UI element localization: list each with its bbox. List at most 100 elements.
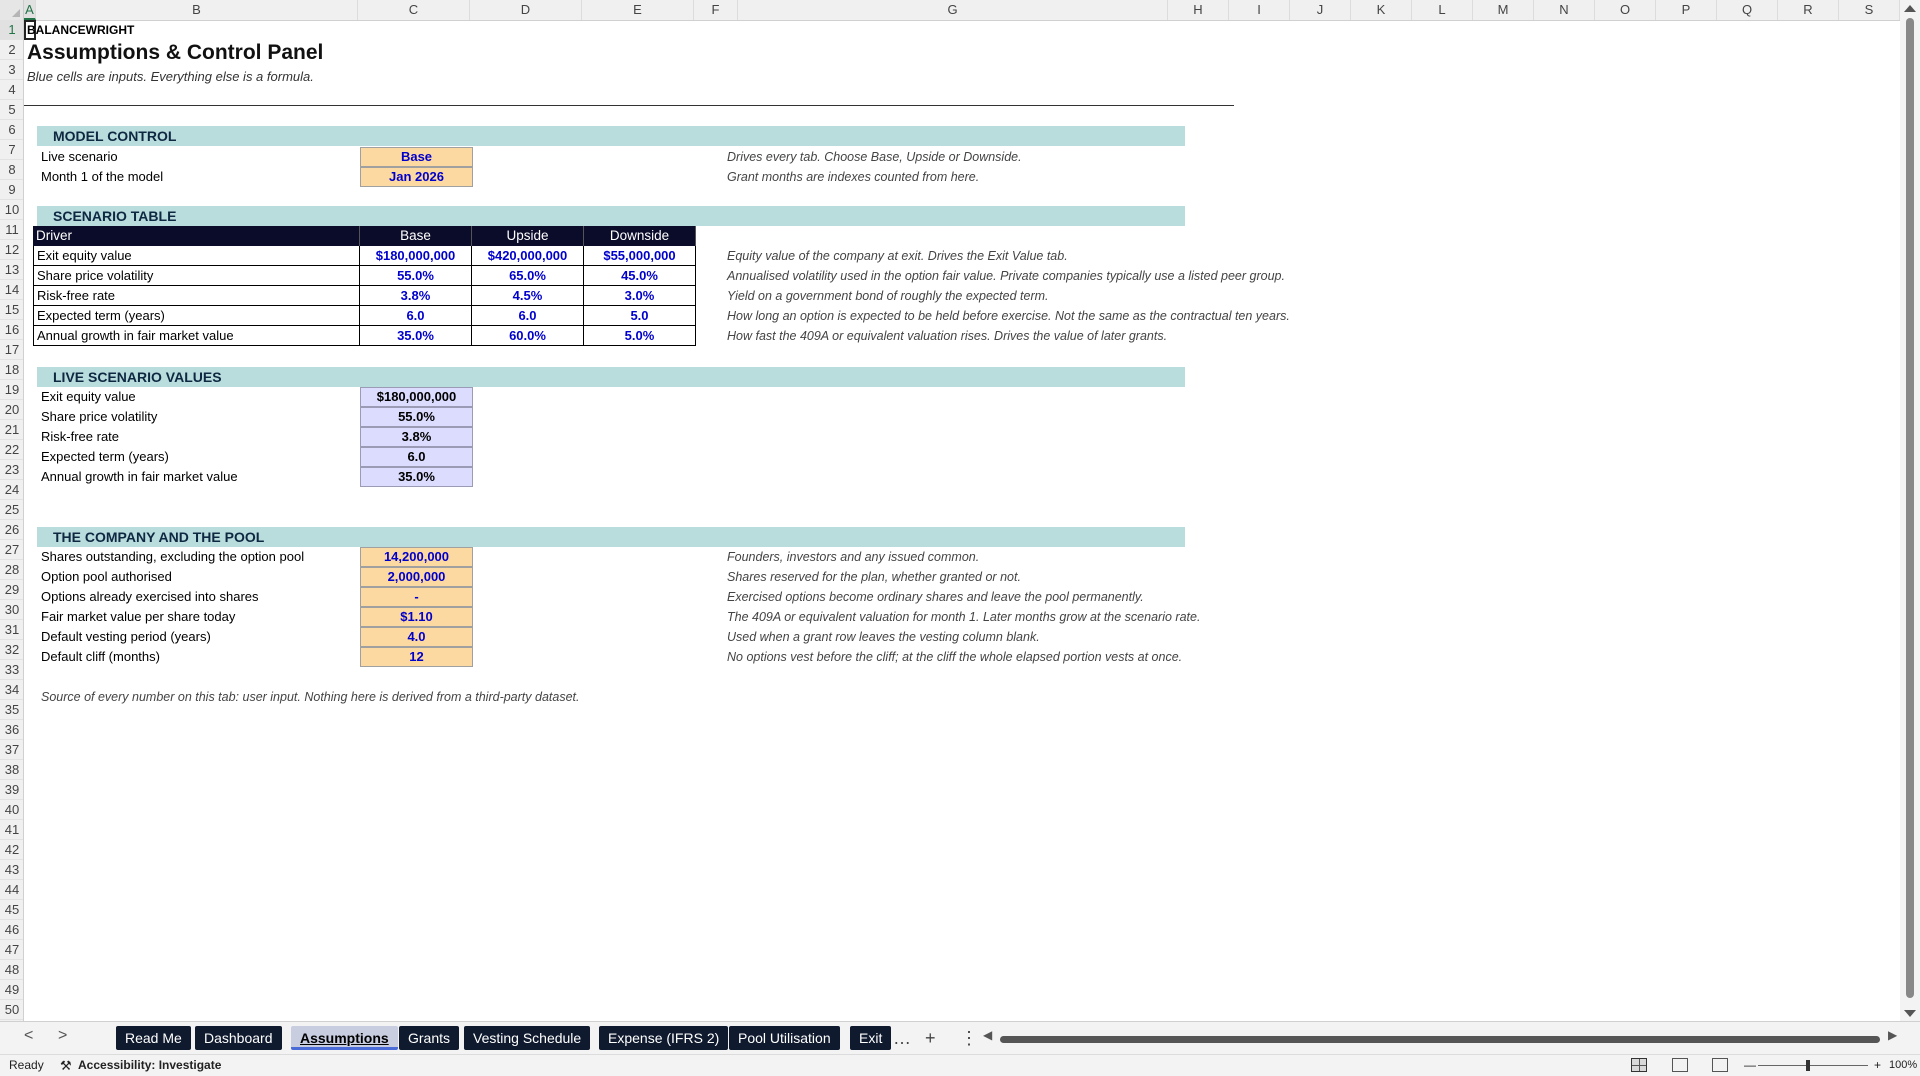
prev-sheet-icon[interactable]: <	[24, 1027, 33, 1045]
row-header-10[interactable]: 10	[0, 200, 23, 220]
vertical-scrollbar[interactable]	[1900, 0, 1920, 1021]
scenario-input-base[interactable]: 55.0%	[360, 266, 472, 286]
sheet-tab-pool-utilisation[interactable]: Pool Utilisation	[729, 1026, 840, 1050]
row-header-2[interactable]: 2	[0, 40, 23, 60]
horizontal-scrollbar[interactable]	[1000, 1034, 1890, 1044]
page-break-view-icon[interactable]	[1712, 1058, 1728, 1072]
scenario-input-upside[interactable]: 4.5%	[472, 286, 584, 306]
row-header-6[interactable]: 6	[0, 120, 23, 140]
sheet-tab-exit[interactable]: Exit	[850, 1026, 892, 1050]
row-header-42[interactable]: 42	[0, 840, 23, 860]
sheet-tab-assumptions[interactable]: Assumptions	[291, 1026, 398, 1050]
zoom-in-button[interactable]: +	[1874, 1055, 1881, 1076]
pool-input[interactable]: 4.0	[360, 627, 473, 647]
add-sheet-button[interactable]: +	[925, 1025, 936, 1051]
row-header-11[interactable]: 11	[0, 220, 23, 240]
row-header-33[interactable]: 33	[0, 660, 23, 680]
row-header-5[interactable]: 5	[0, 100, 23, 120]
sheet-tab-dashboard[interactable]: Dashboard	[195, 1026, 282, 1050]
row-header-26[interactable]: 26	[0, 520, 23, 540]
row-header-4[interactable]: 4	[0, 80, 23, 100]
row-header-24[interactable]: 24	[0, 480, 23, 500]
column-header-b[interactable]: B	[36, 0, 358, 20]
column-header-i[interactable]: I	[1229, 0, 1290, 20]
row-header-39[interactable]: 39	[0, 780, 23, 800]
scenario-input-upside[interactable]: 60.0%	[472, 326, 584, 346]
sheet-options-icon[interactable]: ⋮	[960, 1025, 978, 1051]
row-header-41[interactable]: 41	[0, 820, 23, 840]
zoom-slider[interactable]	[1758, 1065, 1868, 1066]
row-header-43[interactable]: 43	[0, 860, 23, 880]
sheet-tab-vesting-schedule[interactable]: Vesting Schedule	[464, 1026, 591, 1050]
scenario-input-base[interactable]: $180,000,000	[360, 246, 472, 266]
row-header-40[interactable]: 40	[0, 800, 23, 820]
column-header-e[interactable]: E	[582, 0, 694, 20]
row-header-19[interactable]: 19	[0, 380, 23, 400]
row-header-8[interactable]: 8	[0, 160, 23, 180]
row-header-28[interactable]: 28	[0, 560, 23, 580]
accessibility-status[interactable]: Accessibility: Investigate	[78, 1055, 221, 1076]
row-header-45[interactable]: 45	[0, 900, 23, 920]
column-header-a[interactable]: A	[24, 0, 36, 20]
scenario-input-upside[interactable]: 6.0	[472, 306, 584, 326]
scenario-input-base[interactable]: 3.8%	[360, 286, 472, 306]
sheet-tab-expense-ifrs-2[interactable]: Expense (IFRS 2)	[599, 1026, 729, 1050]
row-header-14[interactable]: 14	[0, 280, 23, 300]
scroll-down-arrow-icon[interactable]	[1904, 1010, 1916, 1017]
column-header-r[interactable]: R	[1778, 0, 1839, 20]
scenario-input-downside[interactable]: 45.0%	[584, 266, 696, 286]
select-all-corner[interactable]	[0, 0, 24, 20]
row-header-22[interactable]: 22	[0, 440, 23, 460]
row-header-34[interactable]: 34	[0, 680, 23, 700]
row-header-31[interactable]: 31	[0, 620, 23, 640]
row-header-38[interactable]: 38	[0, 760, 23, 780]
column-header-c[interactable]: C	[358, 0, 470, 20]
scenario-input-upside[interactable]: 65.0%	[472, 266, 584, 286]
column-header-p[interactable]: P	[1656, 0, 1717, 20]
column-header-d[interactable]: D	[470, 0, 582, 20]
scenario-input-base[interactable]: 6.0	[360, 306, 472, 326]
pool-input[interactable]: 12	[360, 647, 473, 667]
column-header-n[interactable]: N	[1534, 0, 1595, 20]
more-tabs-icon[interactable]: …	[893, 1025, 911, 1051]
row-header-13[interactable]: 13	[0, 260, 23, 280]
row-header-36[interactable]: 36	[0, 720, 23, 740]
page-layout-view-icon[interactable]	[1672, 1058, 1688, 1072]
row-header-49[interactable]: 49	[0, 980, 23, 1000]
row-header-50[interactable]: 50	[0, 1000, 23, 1020]
column-header-k[interactable]: K	[1351, 0, 1412, 20]
row-header-3[interactable]: 3	[0, 60, 23, 80]
zoom-out-button[interactable]: —	[1744, 1055, 1756, 1076]
live-scenario-input[interactable]: Base	[360, 147, 473, 167]
scenario-input-downside[interactable]: 5.0%	[584, 326, 696, 346]
scenario-input-downside[interactable]: 5.0	[584, 306, 696, 326]
column-header-s[interactable]: S	[1839, 0, 1900, 20]
row-header-21[interactable]: 21	[0, 420, 23, 440]
hscroll-right-icon[interactable]: ▶	[1888, 1028, 1897, 1042]
column-header-q[interactable]: Q	[1717, 0, 1778, 20]
hscroll-left-icon[interactable]: ◀	[983, 1028, 992, 1042]
pool-input[interactable]: $1.10	[360, 607, 473, 627]
vertical-scroll-thumb[interactable]	[1906, 18, 1914, 998]
scenario-input-base[interactable]: 35.0%	[360, 326, 472, 346]
column-header-f[interactable]: F	[694, 0, 738, 20]
pool-input[interactable]: 14,200,000	[360, 547, 473, 567]
row-header-16[interactable]: 16	[0, 320, 23, 340]
column-header-l[interactable]: L	[1412, 0, 1473, 20]
column-header-h[interactable]: H	[1168, 0, 1229, 20]
row-header-7[interactable]: 7	[0, 140, 23, 160]
next-sheet-icon[interactable]: >	[58, 1027, 67, 1045]
row-header-9[interactable]: 9	[0, 180, 23, 200]
row-header-46[interactable]: 46	[0, 920, 23, 940]
normal-view-icon[interactable]	[1631, 1058, 1647, 1072]
zoom-level[interactable]: 100%	[1889, 1055, 1917, 1076]
row-header-47[interactable]: 47	[0, 940, 23, 960]
sheet-tab-grants[interactable]: Grants	[399, 1026, 460, 1050]
row-header-48[interactable]: 48	[0, 960, 23, 980]
scenario-input-downside[interactable]: 3.0%	[584, 286, 696, 306]
month1-input[interactable]: Jan 2026	[360, 167, 473, 187]
row-header-18[interactable]: 18	[0, 360, 23, 380]
scenario-input-upside[interactable]: $420,000,000	[472, 246, 584, 266]
column-header-o[interactable]: O	[1595, 0, 1656, 20]
row-header-29[interactable]: 29	[0, 580, 23, 600]
